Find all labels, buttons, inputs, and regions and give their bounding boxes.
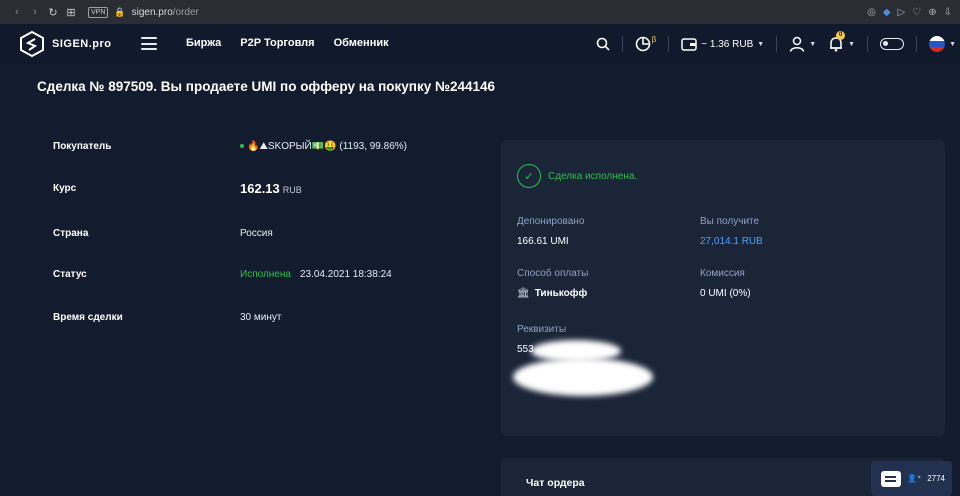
- extension-icon[interactable]: ⊕: [928, 7, 936, 18]
- main-menu: Биржа P2P Торговля Обменник: [186, 37, 389, 49]
- user-icon: [789, 36, 805, 52]
- divider: [668, 36, 670, 52]
- camera-icon[interactable]: ◎: [867, 7, 876, 18]
- online-count: 2774: [927, 474, 945, 483]
- chat-title: Чат ордера: [526, 477, 585, 489]
- divider: [621, 36, 623, 52]
- back-icon[interactable]: ‹: [8, 6, 26, 18]
- language-selector[interactable]: ▼: [929, 36, 956, 52]
- payment-method: Тинькофф: [534, 288, 588, 299]
- logo-text: SIGEN.pro: [52, 38, 112, 50]
- status-time: 23.04.2021 18:38:24: [299, 269, 392, 280]
- redaction-blob: [513, 358, 653, 396]
- chat-bubble-icon: [881, 470, 901, 487]
- vpn-badge[interactable]: VPN: [88, 6, 109, 18]
- buyer-value[interactable]: 🔥⛰SKOРЫЙ💵🤑 (1193, 99.86%): [240, 141, 407, 152]
- toggle-switch-icon: [880, 38, 905, 50]
- deposited-field: Депонировано 166.61 UMI: [517, 216, 584, 247]
- browser-extensions: ◎ ◆ ▷ ♡ ⊕ ⇩: [867, 0, 952, 24]
- status-label: Статус: [53, 269, 87, 280]
- receive-value[interactable]: 27,014.1 RUB: [700, 236, 763, 247]
- fee-field: Комиссия 0 UMI (0%): [700, 268, 751, 299]
- requisites-redacted: 553: [513, 340, 657, 396]
- hamburger-menu-icon[interactable]: [141, 37, 157, 50]
- status-badge: Исполнена: [240, 269, 291, 280]
- rate-unit: RUB: [282, 185, 302, 195]
- payment-field: Способ оплаты 🏛 Тинькофф: [517, 268, 588, 299]
- stats-button[interactable]: β: [635, 34, 657, 52]
- fee-label: Комиссия: [700, 268, 745, 279]
- divider: [916, 36, 918, 52]
- bank-icon: 🏛: [517, 288, 530, 299]
- reload-icon[interactable]: ↻: [44, 6, 62, 19]
- pie-chart-icon: [635, 36, 650, 52]
- deal-done-text: Сделка исполнена.: [548, 170, 638, 182]
- page-title: Сделка № 897509. Вы продаете UMI по оффе…: [37, 79, 496, 94]
- grid-icon[interactable]: ⊞: [62, 6, 80, 19]
- logo-mark-icon: [20, 31, 44, 57]
- chevron-down-icon: ▼: [848, 40, 856, 48]
- russia-flag-icon: [929, 36, 946, 52]
- url-host: sigen.pro: [131, 6, 173, 18]
- deal-time-value: 30 минут: [240, 312, 282, 323]
- profile-button[interactable]: ▼: [789, 36, 816, 52]
- url-path: /order: [172, 6, 199, 18]
- deal-summary-card: ✓ Сделка исполнена. Депонировано 166.61 …: [501, 140, 945, 436]
- address-bar[interactable]: sigen.pro/order: [132, 7, 199, 18]
- fee-value: 0 UMI (0%): [700, 288, 751, 299]
- notifications-button[interactable]: 0 ▼: [828, 31, 856, 52]
- heart-icon[interactable]: ♡: [912, 7, 921, 18]
- browser-toolbar: ‹ › ↻ ⊞ VPN 🔒 sigen.pro/order ◎ ◆ ▷ ♡ ⊕ …: [0, 0, 960, 24]
- deposited-label: Депонировано: [517, 216, 585, 227]
- check-clock-icon: ✓: [517, 164, 541, 188]
- lock-icon: 🔒: [114, 6, 126, 17]
- buyer-name: 🔥⛰SKOРЫЙ💵🤑 (1193, 99.86%): [247, 141, 407, 152]
- online-status-icon: [240, 144, 244, 149]
- play-icon[interactable]: ▷: [898, 7, 906, 18]
- deal-time-label: Время сделки: [53, 312, 123, 323]
- header-actions: β ~ 1.36 RUB ▼ ▼ 0 ▼ ▼: [596, 24, 960, 64]
- shield-icon[interactable]: ◆: [883, 7, 891, 18]
- rate-value: 162.13 RUB: [240, 181, 302, 196]
- search-icon[interactable]: [596, 37, 610, 51]
- country-value: Россия: [240, 228, 273, 239]
- wallet-balance-button[interactable]: ~ 1.36 RUB ▼: [681, 37, 765, 51]
- chevron-down-icon: ▼: [757, 40, 765, 48]
- deal-status: ✓ Сделка исполнена.: [517, 164, 637, 188]
- menu-item-exchange[interactable]: Биржа: [186, 37, 221, 49]
- wallet-balance: ~ 1.36 RUB: [701, 38, 754, 50]
- receive-label: Вы получите: [700, 216, 760, 227]
- buyer-label: Покупатель: [53, 141, 112, 152]
- requisites-label: Реквизиты: [517, 324, 567, 335]
- menu-item-exchanger[interactable]: Обменник: [334, 37, 389, 49]
- payment-label: Способ оплаты: [517, 268, 589, 279]
- site-header: SIGEN.pro Биржа P2P Торговля Обменник β …: [0, 24, 960, 64]
- wallet-icon: [681, 37, 698, 51]
- rate-number: 162.13: [240, 181, 280, 196]
- online-users-icon: 👤⁺: [907, 474, 922, 483]
- beta-badge: β: [651, 34, 657, 44]
- receive-field: Вы получите 27,014.1 RUB: [700, 216, 763, 247]
- menu-item-p2p[interactable]: P2P Торговля: [240, 37, 314, 49]
- payment-value: 🏛 Тинькофф: [517, 288, 588, 299]
- forward-icon[interactable]: ›: [26, 6, 44, 18]
- deposited-value: 166.61 UMI: [517, 236, 569, 247]
- divider: [776, 36, 778, 52]
- theme-toggle[interactable]: [880, 38, 905, 50]
- rate-label: Курс: [53, 183, 77, 194]
- divider: [867, 36, 869, 52]
- status-value: Исполнена 23.04.2021 18:38:24: [240, 269, 392, 280]
- chevron-down-icon: ▼: [809, 40, 817, 48]
- chat-widget-button[interactable]: 👤⁺ 2774: [871, 461, 952, 496]
- download-icon[interactable]: ⇩: [944, 7, 952, 18]
- country-label: Страна: [53, 228, 89, 239]
- logo[interactable]: SIGEN.pro: [20, 31, 112, 57]
- chevron-down-icon: ▼: [949, 40, 956, 48]
